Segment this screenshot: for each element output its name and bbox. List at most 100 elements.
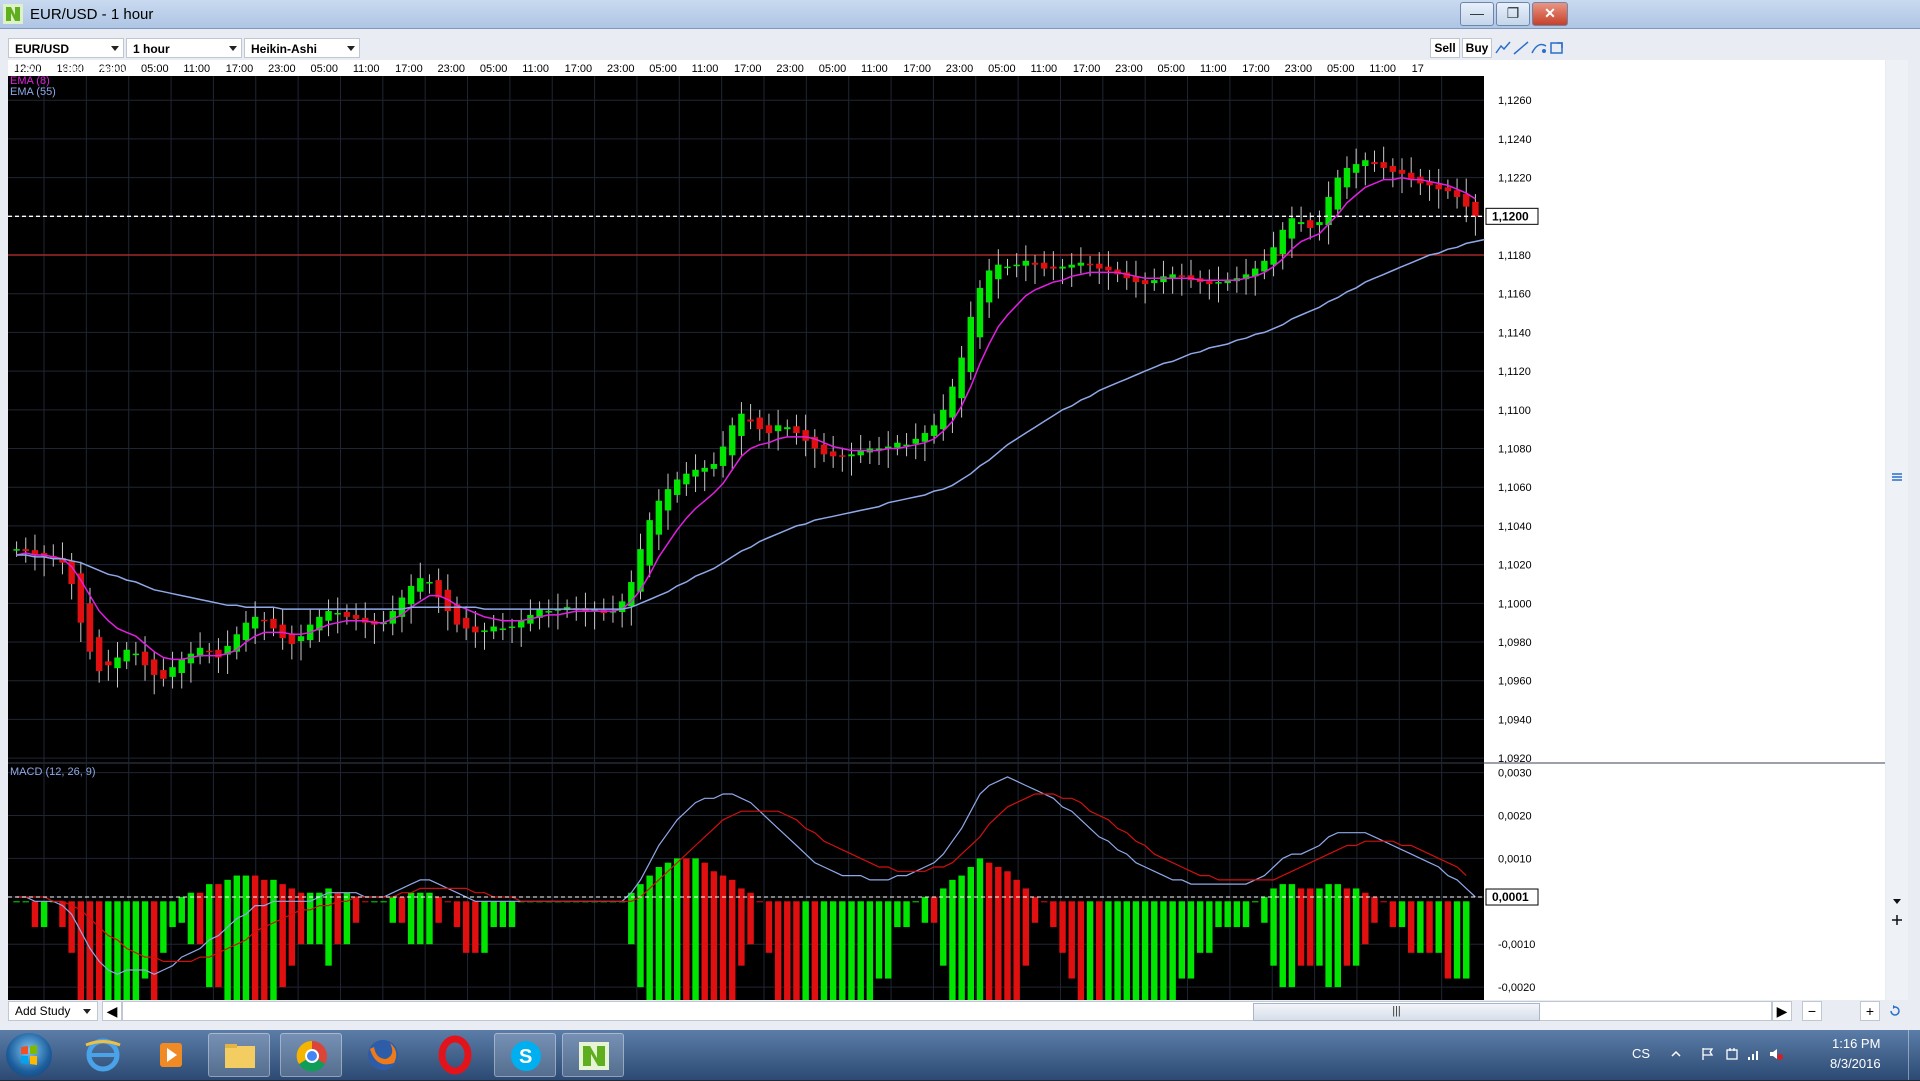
- bull-candle: [701, 467, 708, 472]
- scroll-right-button[interactable]: ▶: [1772, 1001, 1792, 1021]
- time-tick-label: 11:00: [1369, 63, 1396, 75]
- macd-histogram-bar: [1059, 901, 1066, 953]
- macd-histogram-bar: [729, 879, 736, 1000]
- chart-style-dropdown[interactable]: Heikin-Ashi: [244, 38, 360, 58]
- title-bar: EUR/USD - 1 hour — ❐ ✕: [0, 0, 1920, 29]
- bull-candle: [646, 520, 653, 566]
- price-chart[interactable]: 12:00 18:00 23:00 05:00 11:00 17:00 23:00 05:00…: [8, 60, 1885, 1000]
- bull-candle: [1160, 276, 1167, 283]
- bull-candle: [1022, 260, 1030, 266]
- macd-histogram-bar: [499, 901, 507, 928]
- scrollbar-thumb[interactable]: |||: [1253, 1003, 1540, 1021]
- bear-candle: [820, 444, 828, 455]
- zoom-in-button[interactable]: +: [1860, 1001, 1880, 1021]
- reset-icon[interactable]: [1888, 1004, 1902, 1018]
- macd-histogram-bar: [673, 858, 681, 1000]
- bear-candle: [270, 618, 277, 629]
- price-axis: [1484, 60, 1885, 1000]
- close-button[interactable]: ✕: [1532, 2, 1568, 26]
- price-tick-label: 1,0920: [1498, 753, 1532, 765]
- show-hidden-icons-icon[interactable]: [1670, 1048, 1682, 1060]
- language-indicator[interactable]: CS: [1632, 1046, 1650, 1061]
- show-desktop-button[interactable]: [1908, 1030, 1920, 1080]
- time-scrollbar[interactable]: |||: [122, 1001, 1772, 1021]
- flag-icon[interactable]: [1700, 1046, 1716, 1062]
- macd-histogram-bar: [1233, 901, 1241, 928]
- arrow-down-icon[interactable]: [1890, 894, 1904, 908]
- time-tick-label: 11:00: [861, 63, 888, 75]
- clock-date[interactable]: 8/3/2016: [1830, 1056, 1881, 1071]
- bull-candle: [407, 585, 415, 605]
- opera-taskbar-icon[interactable]: [424, 1033, 486, 1077]
- fibonacci-icon[interactable]: [1530, 40, 1548, 56]
- chevron-down-icon: [229, 46, 237, 51]
- skype-icon: S: [511, 1041, 541, 1071]
- menu-lines-icon[interactable]: [1890, 470, 1904, 484]
- trading-app-taskbar-icon[interactable]: [562, 1033, 624, 1077]
- windows-logo-icon: [21, 1045, 37, 1065]
- macd-histogram-bar: [738, 888, 745, 966]
- macd-histogram-bar: [508, 901, 516, 928]
- macd-histogram-bar: [1086, 901, 1094, 1000]
- macd-histogram-bar: [820, 901, 828, 1000]
- scroll-left-button[interactable]: ◀: [102, 1001, 122, 1021]
- bear-candle: [105, 661, 112, 666]
- app-logo-icon: [3, 4, 23, 24]
- network-icon[interactable]: [1746, 1046, 1762, 1062]
- macd-histogram-bar: [1068, 901, 1075, 979]
- interval-value: 1 hour: [133, 42, 170, 56]
- start-button[interactable]: [6, 1033, 52, 1077]
- firefox-taskbar-icon[interactable]: [352, 1033, 414, 1077]
- macd-histogram-bar: [1380, 901, 1387, 903]
- draw-line-icon[interactable]: [1512, 40, 1530, 56]
- bull-candle: [664, 489, 672, 511]
- power-icon[interactable]: [1724, 1046, 1740, 1062]
- time-tick-label: 05:00: [480, 63, 508, 75]
- macd-histogram-bar: [1261, 897, 1268, 923]
- media-player-taskbar-icon[interactable]: [140, 1033, 202, 1077]
- skype-taskbar-icon[interactable]: S: [494, 1033, 556, 1077]
- ie-taskbar-icon[interactable]: [72, 1033, 134, 1077]
- macd-histogram-bar: [958, 875, 965, 1000]
- bear-candle: [802, 430, 809, 441]
- macd-histogram-bar: [325, 888, 332, 966]
- bull-candle: [692, 469, 699, 477]
- explorer-taskbar-icon[interactable]: [208, 1033, 270, 1077]
- buy-button[interactable]: Buy: [1462, 38, 1492, 58]
- bull-candle: [1316, 222, 1323, 226]
- clock-time[interactable]: 1:16 PM: [1832, 1036, 1880, 1051]
- macd-tick-label: 0,0010: [1498, 853, 1532, 865]
- macd-histogram-bar: [1022, 888, 1030, 966]
- macd-tick-label: 0,0020: [1498, 810, 1532, 822]
- zoom-in-icon[interactable]: [1890, 913, 1904, 927]
- macd-histogram-bar: [371, 901, 378, 903]
- volume-muted-icon[interactable]: [1768, 1046, 1784, 1062]
- time-tick-label: 05:00: [1327, 63, 1355, 75]
- macd-histogram-bar: [985, 862, 993, 1000]
- chrome-taskbar-icon[interactable]: [280, 1033, 342, 1077]
- bear-candle: [151, 659, 158, 675]
- add-study-dropdown[interactable]: Add Study: [8, 1001, 98, 1021]
- macd-histogram-bar: [1362, 892, 1369, 945]
- zoom-out-button[interactable]: −: [1802, 1001, 1822, 1021]
- macd-histogram-bar: [141, 901, 149, 979]
- macd-histogram-bar: [123, 901, 130, 1000]
- bear-candle: [829, 451, 837, 457]
- macd-histogram-bar: [655, 866, 663, 1000]
- bull-candle: [508, 626, 516, 629]
- restore-button[interactable]: ❐: [1496, 2, 1530, 26]
- expand-icon[interactable]: [1548, 40, 1566, 56]
- trend-line-icon[interactable]: [1494, 40, 1512, 56]
- bull-candle: [655, 500, 663, 535]
- interval-dropdown[interactable]: 1 hour: [126, 38, 242, 58]
- bull-candle: [242, 622, 250, 641]
- bear-candle: [206, 650, 213, 653]
- sell-button[interactable]: Sell: [1430, 38, 1460, 58]
- macd-histogram-bar: [1169, 901, 1176, 1000]
- macd-histogram-bar: [196, 892, 204, 945]
- bear-candle: [765, 425, 773, 434]
- symbol-dropdown[interactable]: EUR/USD: [8, 38, 124, 58]
- time-tick-label: 17:00: [395, 63, 423, 75]
- time-tick-label: 17:00: [1242, 63, 1270, 75]
- minimize-button[interactable]: —: [1460, 2, 1494, 26]
